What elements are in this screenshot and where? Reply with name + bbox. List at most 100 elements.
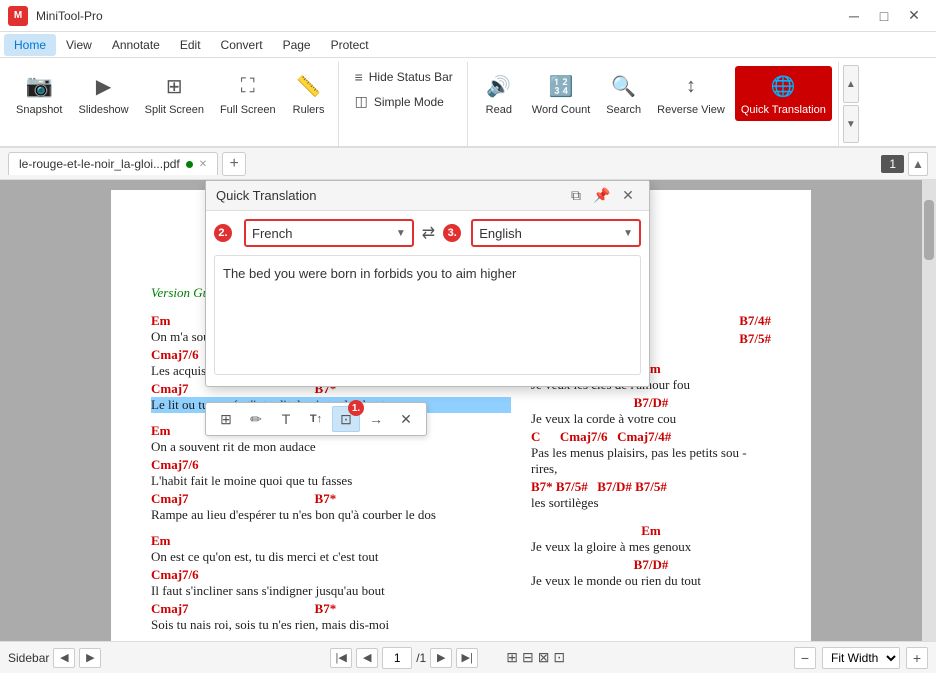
wordcount-label: Word Count (532, 104, 591, 117)
status-prev-page-button[interactable]: ◀ (356, 648, 378, 668)
tab-close-button[interactable]: ✕ (199, 159, 207, 170)
app-logo: M (8, 6, 28, 26)
mini-textbox-button[interactable]: T↑ (302, 406, 330, 432)
mini-share-button[interactable]: → (362, 406, 390, 432)
status-first-page-button[interactable]: |◀ (330, 648, 352, 668)
pdf-right-chords-row2: B7* B7/5# B7/D# B7/5# (531, 479, 771, 495)
splitscreen-button[interactable]: ⊞ Split Screen (139, 66, 210, 121)
ribbon-next-button[interactable]: ▼ (843, 105, 859, 143)
pdf-chord-em3: Em (151, 533, 511, 549)
close-window-button[interactable]: ✕ (900, 4, 928, 28)
zoom-out-button[interactable]: − (794, 647, 816, 669)
menu-edit[interactable]: Edit (170, 34, 211, 56)
tab-chevron-button[interactable]: ▲ (908, 152, 928, 176)
wordcount-button[interactable]: 🔢 Word Count (526, 66, 597, 121)
hidestatus-label: Hide Status Bar (369, 70, 453, 84)
status-page-input[interactable] (382, 647, 412, 669)
menu-view[interactable]: View (56, 34, 102, 56)
status-icon-grid2[interactable]: ⊟ (522, 649, 534, 666)
mini-highlight-button[interactable]: ✏ (242, 406, 270, 432)
qt-source-lang-text: French (252, 226, 396, 241)
slideshow-button[interactable]: ▶ Slideshow (72, 66, 134, 121)
status-icon-grid1[interactable]: ⊞ (506, 649, 518, 666)
sidebar-next-button[interactable]: ▶ (79, 648, 101, 668)
minimize-button[interactable]: ─ (840, 4, 868, 28)
mini-copy-button[interactable]: ⊞ (212, 406, 240, 432)
add-tab-button[interactable]: + (222, 152, 246, 176)
scrollbar-right[interactable] (922, 180, 936, 641)
hidestatus-icon: ≡ (355, 69, 363, 85)
mini-text-button[interactable]: T (272, 406, 300, 432)
simplemode-button[interactable]: ◫ Simple Mode (347, 90, 461, 113)
snapshot-button[interactable]: 📷 Snapshot (10, 66, 68, 121)
rulers-button[interactable]: 📏 Rulers (286, 66, 332, 121)
pdf-right-lyric-3: Pas les menus plaisirs, pas les petits s… (531, 445, 771, 477)
status-bar: Sidebar ◀ ▶ |◀ ◀ /1 ▶ ▶| ⊞ ⊟ ⊠ ⊡ − Fit W… (0, 641, 936, 673)
sidebar-label: Sidebar (8, 651, 49, 665)
zoom-level-select[interactable]: Fit Width (822, 647, 900, 669)
qt-pin-button[interactable]: 📌 (591, 185, 613, 207)
menu-bar: Home View Annotate Edit Convert Page Pro… (0, 32, 936, 58)
quicktrans-button[interactable]: 🌐 Quick Translation (735, 66, 832, 121)
mini-toolbar: ⊞ ✏ T T↑ ⊡ 1. → ✕ (205, 402, 427, 436)
maximize-button[interactable]: □ (870, 4, 898, 28)
mini-translate-wrapper: ⊡ 1. (332, 406, 360, 432)
status-icon-grid4[interactable]: ⊡ (553, 649, 565, 666)
fullscreen-label: Full Screen (220, 104, 276, 117)
pdf-chord-line-6: Cmaj7 B7* (151, 491, 511, 507)
sidebar-prev-button[interactable]: ◀ (53, 648, 75, 668)
ribbon-small-items: ≡ Hide Status Bar ◫ Simple Mode (347, 62, 461, 113)
fullscreen-icon: ⛶ (232, 70, 264, 102)
quick-translation-popup: Quick Translation ⧉ 📌 ✕ 2. French ▼ (205, 180, 650, 387)
ribbon-group-view: 📷 Snapshot ▶ Slideshow ⊞ Split Screen ⛶ … (4, 62, 339, 146)
search-button[interactable]: 🔍 Search (600, 66, 647, 121)
ribbon-group-small: ≡ Hide Status Bar ◫ Simple Mode (341, 62, 468, 146)
qt-swap-icon[interactable]: ⇄ (420, 223, 437, 243)
scrollbar-thumb[interactable] (924, 200, 934, 260)
ribbon-view-items: 📷 Snapshot ▶ Slideshow ⊞ Split Screen ⛶ … (10, 62, 332, 146)
fullscreen-button[interactable]: ⛶ Full Screen (214, 66, 282, 121)
qt-body: 2. French ▼ ⇄ 3. English ▼ (206, 211, 649, 386)
menu-home[interactable]: Home (4, 34, 56, 56)
splitscreen-label: Split Screen (145, 104, 204, 117)
pdf-right-lyric-4: Je veux la gloire à mes genoux (531, 539, 771, 555)
pdf-right-lyric-2: Je veux la corde à votre cou (531, 411, 771, 427)
reverseview-button[interactable]: ↕ Reverse View (651, 66, 731, 121)
tab-bar: le-rouge-et-le-noir_la-gloi...pdf ✕ + 1 … (0, 148, 936, 180)
status-last-page-button[interactable]: ▶| (456, 648, 478, 668)
hidestatus-button[interactable]: ≡ Hide Status Bar (347, 66, 461, 88)
qt-close-button[interactable]: ✕ (617, 185, 639, 207)
pdf-tab[interactable]: le-rouge-et-le-noir_la-gloi...pdf ✕ (8, 152, 218, 175)
menu-convert[interactable]: Convert (211, 34, 273, 56)
status-next-page-button[interactable]: ▶ (430, 648, 452, 668)
ribbon-right-items: 🔊 Read 🔢 Word Count 🔍 Search ↕ Reverse V… (476, 62, 832, 146)
qt-translated-text[interactable] (214, 255, 641, 375)
status-icon-grid3[interactable]: ⊠ (538, 649, 550, 666)
read-button[interactable]: 🔊 Read (476, 66, 522, 121)
tab-label: le-rouge-et-le-noir_la-gloi...pdf (19, 157, 180, 171)
pdf-chord-cmaj7-3: Cmaj7 (151, 601, 189, 616)
content-area: La gloire à mes geno Le rouge et le noir… (0, 180, 922, 641)
mini-close-button[interactable]: ✕ (392, 406, 420, 432)
zoom-in-button[interactable]: + (906, 647, 928, 669)
mini-badge-1: 1. (348, 400, 364, 416)
read-label: Read (486, 104, 512, 117)
qt-copy-window-button[interactable]: ⧉ (565, 185, 587, 207)
reverseview-label: Reverse View (657, 104, 725, 117)
qt-target-lang-select[interactable]: English ▼ (471, 219, 641, 247)
qt-source-lang-select[interactable]: French ▼ (244, 219, 414, 247)
status-right-section: − Fit Width + (794, 647, 928, 669)
ribbon-prev-button[interactable]: ▲ (843, 65, 859, 103)
menu-protect[interactable]: Protect (321, 34, 379, 56)
status-total-pages: /1 (416, 651, 426, 665)
menu-page[interactable]: Page (273, 34, 321, 56)
status-sidebar-section: Sidebar ◀ ▶ (8, 648, 101, 668)
pdf-lyric-9: Sois tu nais roi, sois tu n'es rien, mai… (151, 617, 511, 633)
search-label: Search (606, 104, 641, 117)
pdf-right-lyric-sortileges: les sortilèges (531, 495, 771, 511)
splitscreen-icon: ⊞ (158, 70, 190, 102)
pdf-lyric-8: Il faut s'incliner sans s'indigner jusqu… (151, 583, 511, 599)
simplemode-label: Simple Mode (374, 95, 444, 109)
qt-title-text: Quick Translation (216, 188, 565, 203)
menu-annotate[interactable]: Annotate (102, 34, 170, 56)
